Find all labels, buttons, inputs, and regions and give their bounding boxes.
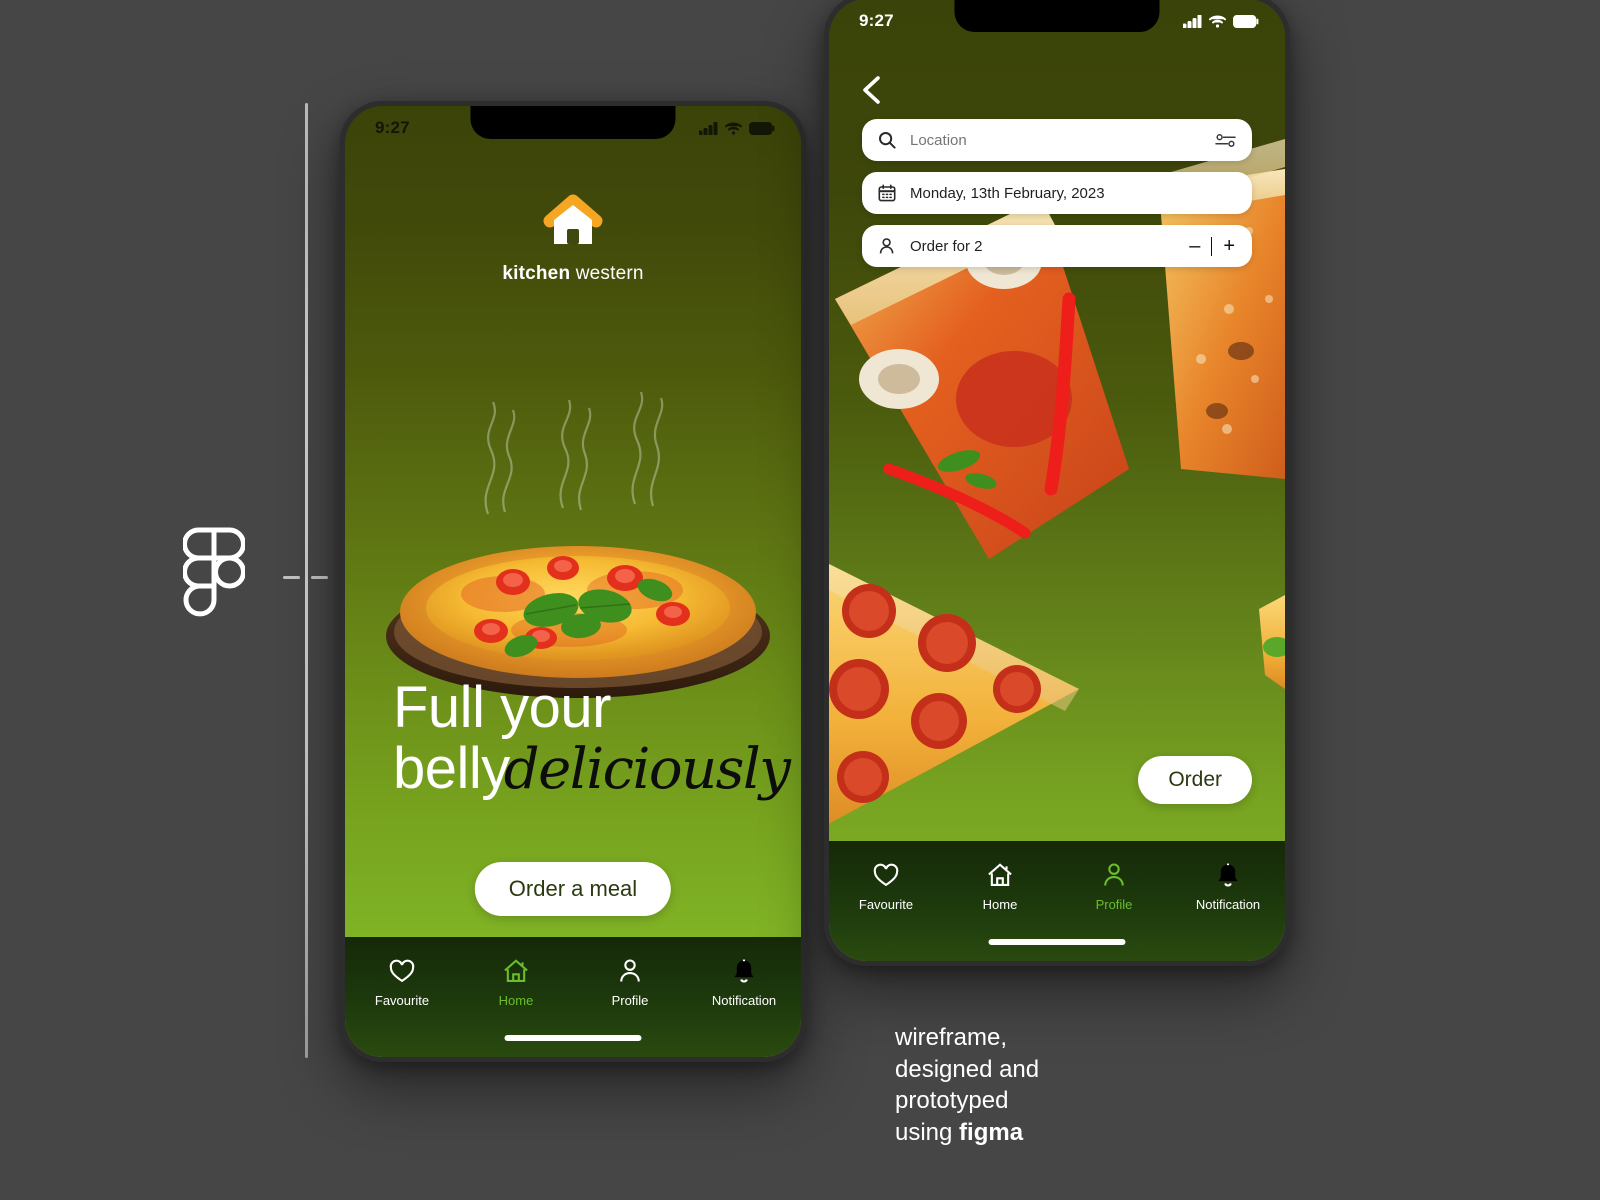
status-time: 9:27 — [375, 118, 410, 137]
margherita-pizza-photo — [373, 391, 783, 706]
nav-item-favourite[interactable]: Favourite — [345, 957, 459, 1008]
phone-mockup-order: Monday, 13th February, 2023 Order for 2 … — [824, 0, 1290, 966]
chevron-left-icon — [863, 76, 880, 104]
nav-item-profile[interactable]: Profile — [1057, 861, 1171, 912]
nav-item-profile[interactable]: Profile — [573, 957, 687, 1008]
home-indicator — [988, 939, 1126, 945]
nav-label-notification: Notification — [711, 993, 777, 1008]
status-time: 9:27 — [859, 11, 894, 30]
heart-icon — [389, 959, 415, 983]
nav-item-home[interactable]: Home — [459, 957, 573, 1008]
hero-headline: Full your bellydeliciously — [393, 675, 791, 801]
signal-icon — [699, 121, 718, 135]
logo-word-western: western — [570, 263, 644, 284]
status-bar: 9:27 — [829, 0, 1285, 43]
headline-line-2-script: deliciously — [503, 737, 791, 802]
headline-line-2-regular: belly — [393, 736, 510, 801]
wifi-icon — [1209, 15, 1226, 28]
nav-label-favourite: Favourite — [858, 897, 914, 912]
calendar-icon — [878, 184, 896, 202]
person-icon — [1104, 863, 1124, 886]
party-size-field[interactable]: Order for 2 – + — [862, 225, 1252, 267]
caption-figma: figma — [959, 1119, 1024, 1147]
house-logo-icon — [542, 192, 604, 254]
party-size-value: Order for 2 — [910, 237, 983, 255]
figma-logo-icon — [183, 527, 245, 620]
person-icon — [879, 238, 894, 254]
nav-item-notification[interactable]: Notification — [1171, 861, 1285, 912]
location-search-field[interactable] — [862, 119, 1252, 161]
headline-line-1: Full your — [393, 675, 611, 740]
vertical-guide-line — [305, 103, 308, 1058]
nav-item-home[interactable]: Home — [943, 861, 1057, 912]
date-field[interactable]: Monday, 13th February, 2023 — [862, 172, 1252, 214]
caption-line-4: using figma — [895, 1117, 1225, 1149]
order-button[interactable]: Order — [1138, 756, 1252, 804]
decrement-button[interactable]: – — [1188, 236, 1201, 256]
nav-label-home: Home — [982, 897, 1018, 912]
phone-two-screen: Monday, 13th February, 2023 Order for 2 … — [829, 0, 1285, 961]
signal-icon — [1183, 14, 1202, 28]
home-icon — [988, 863, 1012, 886]
search-input[interactable] — [910, 131, 1201, 149]
status-bar: 9:27 — [345, 106, 801, 150]
caption-using: using — [895, 1119, 960, 1147]
search-icon — [879, 132, 896, 149]
filter-sliders-icon[interactable] — [1215, 133, 1236, 148]
logo-word-kitchen: kitchen — [502, 263, 571, 284]
caption-line-2: designed and — [895, 1055, 1040, 1083]
date-value: Monday, 13th February, 2023 — [910, 184, 1105, 202]
nav-label-favourite: Favourite — [374, 993, 430, 1008]
guide-dash-left — [283, 576, 300, 579]
bell-icon — [1218, 863, 1238, 887]
person-icon — [620, 959, 640, 982]
nav-item-notification[interactable]: Notification — [687, 957, 801, 1008]
battery-icon — [1233, 14, 1259, 28]
phone-one-screen: kitchen western Full your bellydelicious… — [345, 106, 801, 1057]
caption-line-1: wireframe, — [895, 1024, 1008, 1051]
logo-wordmark: kitchen western — [502, 263, 643, 285]
back-button[interactable] — [856, 73, 890, 107]
home-indicator — [504, 1035, 642, 1041]
nav-label-home: Home — [498, 993, 534, 1008]
stepper-divider — [1211, 236, 1213, 256]
order-a-meal-button[interactable]: Order a meal — [474, 862, 672, 916]
app-logo: kitchen western — [345, 192, 801, 285]
party-size-stepper: – + — [1188, 236, 1236, 256]
nav-item-favourite[interactable]: Favourite — [829, 861, 943, 912]
battery-icon — [749, 121, 775, 135]
caption-text: wireframe, designed and prototyped using… — [895, 1022, 1225, 1149]
increment-button[interactable]: + — [1222, 236, 1236, 256]
nav-label-notification: Notification — [1195, 897, 1261, 912]
heart-icon — [873, 863, 899, 887]
phone-mockup-home: kitchen western Full your bellydelicious… — [340, 101, 806, 1062]
nav-label-profile: Profile — [611, 993, 649, 1008]
caption-line-3: prototyped — [895, 1087, 1009, 1115]
nav-label-profile: Profile — [1095, 897, 1133, 912]
home-icon — [504, 959, 528, 982]
wifi-icon — [725, 122, 742, 135]
search-filters: Monday, 13th February, 2023 Order for 2 … — [862, 119, 1252, 267]
bell-icon — [734, 959, 754, 983]
guide-dash-right — [311, 576, 328, 579]
